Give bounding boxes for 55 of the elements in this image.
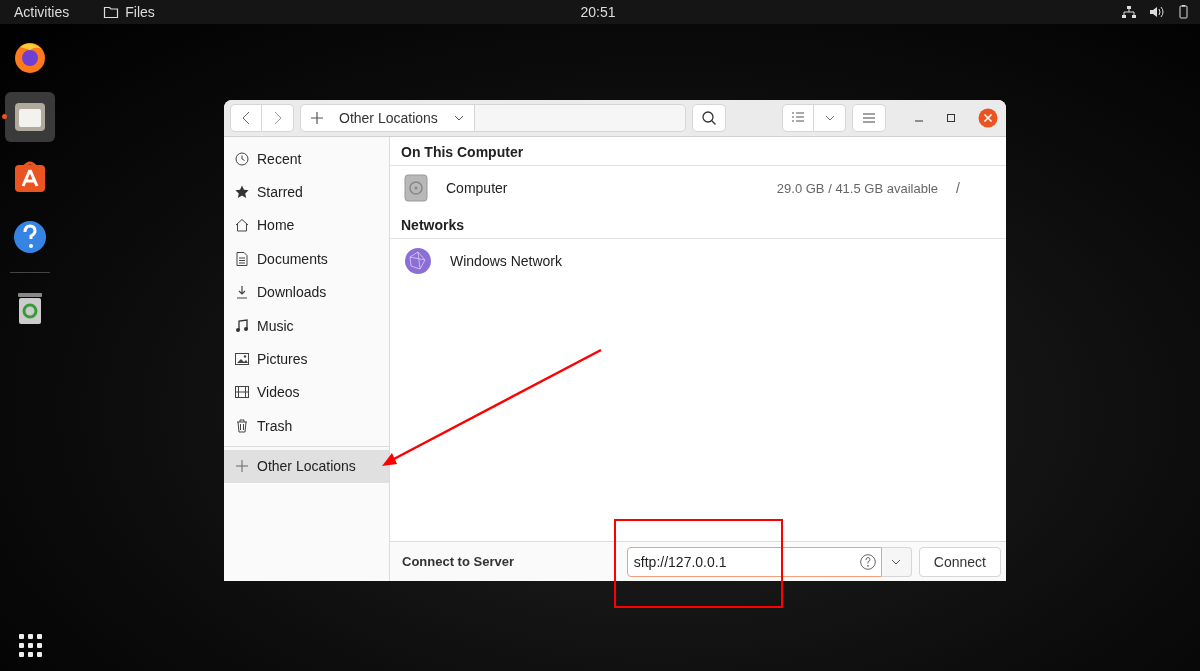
server-address-field[interactable]: sftp://127.0.0.1 xyxy=(626,546,882,577)
section-heading: On This Computer xyxy=(390,137,1006,166)
location-row[interactable]: Computer 29.0 GB / 41.5 GB available / xyxy=(390,166,1006,210)
search-button[interactable] xyxy=(692,104,726,132)
list-icon xyxy=(792,112,804,124)
clock-button[interactable]: 20:51 xyxy=(574,4,622,20)
maximize-icon[interactable] xyxy=(946,113,956,123)
back-icon xyxy=(242,111,250,125)
section-heading: Networks xyxy=(390,210,1006,239)
app-menu-button[interactable]: Files xyxy=(97,4,161,20)
app-grid-icon[interactable] xyxy=(18,634,42,657)
sidebar-item[interactable]: Videos xyxy=(224,375,389,410)
plus-icon xyxy=(235,459,249,474)
document-icon xyxy=(235,251,249,266)
house-icon xyxy=(235,218,249,233)
sidebar-item[interactable]: Downloads xyxy=(224,275,389,309)
sidebar-item[interactable]: Music xyxy=(224,308,389,343)
caret-icon xyxy=(453,115,464,121)
running-indicator xyxy=(2,114,7,119)
music-note-icon xyxy=(235,318,249,333)
plus-icon xyxy=(311,112,323,124)
sidebar-item[interactable]: Home xyxy=(224,208,389,243)
trash-icon xyxy=(235,418,249,433)
picture-icon xyxy=(235,352,249,367)
drive-icon xyxy=(404,174,428,202)
caret-icon xyxy=(891,558,902,565)
sidebar-item[interactable]: Trash xyxy=(224,409,389,443)
clock-icon xyxy=(235,151,249,166)
sidebar-item[interactable]: Other Locations xyxy=(224,449,389,483)
location-row[interactable]: Windows Network xyxy=(390,239,1006,283)
connect-button[interactable]: Connect xyxy=(918,546,1001,577)
help-icon[interactable] xyxy=(12,219,48,255)
network-icon[interactable] xyxy=(1122,6,1136,18)
close-icon[interactable] xyxy=(978,108,998,128)
software-store-icon[interactable] xyxy=(12,159,48,195)
activities-button[interactable]: Activities xyxy=(8,4,76,20)
sidebar-item[interactable]: Pictures xyxy=(224,342,389,376)
sidebar-item[interactable]: Starred xyxy=(224,175,389,209)
sidebar-item[interactable]: Recent xyxy=(224,142,389,176)
forward-icon xyxy=(273,111,282,125)
search-icon xyxy=(702,111,716,125)
star-icon xyxy=(235,185,249,200)
caret-icon xyxy=(824,115,835,121)
dock-item[interactable] xyxy=(5,92,55,142)
battery-icon[interactable] xyxy=(1178,5,1188,19)
volume-icon[interactable] xyxy=(1150,6,1164,18)
download-icon xyxy=(235,285,249,300)
sidebar-item[interactable]: Documents xyxy=(224,242,389,276)
path-button[interactable]: Other Locations xyxy=(301,105,475,131)
connect-label: Connect to Server xyxy=(402,554,514,569)
menu-button[interactable] xyxy=(852,104,886,132)
menu-icon xyxy=(863,113,875,123)
film-icon xyxy=(235,385,249,400)
folder-icon xyxy=(103,5,120,19)
globe-network-icon xyxy=(404,247,432,275)
